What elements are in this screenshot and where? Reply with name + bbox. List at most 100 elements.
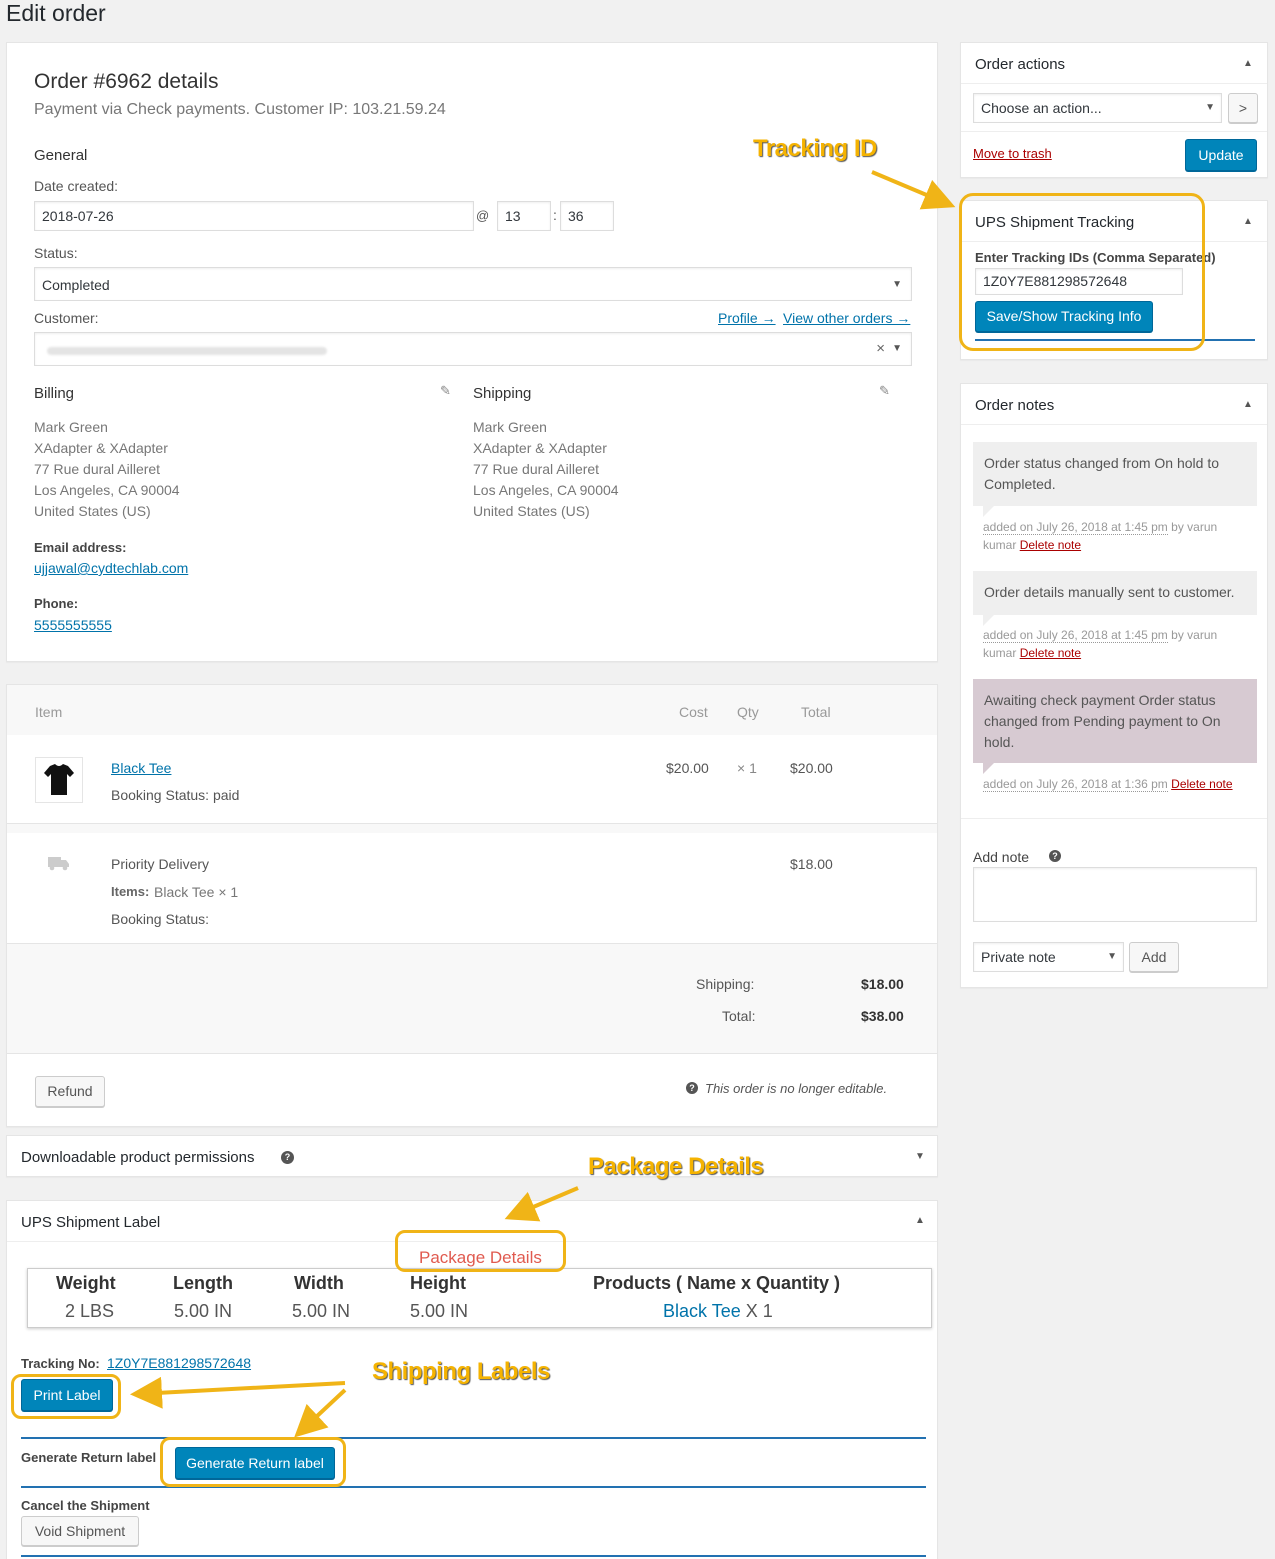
order-action-select[interactable]: Choose an action... ▼ xyxy=(973,93,1222,123)
billing-line: XAdapter & XAdapter xyxy=(34,440,168,456)
toggle-arrow-up-icon[interactable]: ▲ xyxy=(915,1215,925,1226)
shipping-line: Mark Green xyxy=(473,419,547,435)
tracking-highlight-box xyxy=(959,193,1205,351)
status-select[interactable]: Completed ▼ xyxy=(34,267,912,301)
general-heading: General xyxy=(34,147,88,164)
tracking-id-annotation: Tracking ID xyxy=(753,135,877,162)
product-total: $20.00 xyxy=(790,760,833,776)
refund-button[interactable]: Refund xyxy=(35,1076,105,1107)
minute-input[interactable]: 36 xyxy=(560,201,614,231)
package-details-annotation: Package Details xyxy=(588,1153,764,1180)
note-item: Order status changed from On hold to Com… xyxy=(973,442,1257,506)
downloadable-title: Downloadable product permissions xyxy=(21,1149,255,1166)
toggle-arrow-up-icon[interactable]: ▲ xyxy=(1243,58,1253,69)
not-editable-notice: This order is no longer editable. xyxy=(705,1081,888,1096)
toggle-arrow-up-icon[interactable]: ▲ xyxy=(1243,399,1253,410)
move-to-trash-link[interactable]: Move to trash xyxy=(973,146,1052,161)
update-button[interactable]: Update xyxy=(1185,139,1257,171)
delete-note-link[interactable]: Delete note xyxy=(1020,646,1081,660)
tracking-number-link[interactable]: 1Z0Y7E881298572648 xyxy=(107,1355,251,1371)
downloadable-permissions-panel[interactable]: Downloadable product permissions ? ▼ xyxy=(6,1135,938,1177)
note-type-select[interactable]: Private note ▼ xyxy=(973,942,1124,972)
help-icon: ? xyxy=(686,1082,698,1094)
billing-heading: Billing xyxy=(34,385,75,402)
notes-divider xyxy=(961,818,1267,819)
note-date: added on July 26, 2018 at 1:36 pm xyxy=(983,777,1168,792)
note-type-value: Private note xyxy=(981,949,1056,965)
panel-divider xyxy=(961,424,1267,425)
add-note-button[interactable]: Add xyxy=(1129,942,1179,972)
width-header: Width xyxy=(294,1273,344,1293)
customer-blurred-value xyxy=(47,347,327,355)
actions-row: Refund ? This order is no longer editabl… xyxy=(7,1053,937,1126)
email-link[interactable]: ujjawal@cydtechlab.com xyxy=(34,560,188,576)
shipping-line: 77 Rue dural Ailleret xyxy=(473,461,600,477)
chevron-down-icon: ▼ xyxy=(1205,102,1215,113)
cancel-shipment-text: Cancel the Shipment xyxy=(21,1498,150,1513)
billing-address: Mark Green XAdapter & XAdapter 77 Rue du… xyxy=(34,417,180,522)
page-title: Edit order xyxy=(6,0,106,26)
item-column-header: Item xyxy=(35,704,63,720)
panel-divider xyxy=(961,83,1267,84)
product-qty: × 1 xyxy=(737,760,757,776)
weight-value: 2 LBS xyxy=(65,1301,115,1321)
email-label: Email address: xyxy=(34,540,127,555)
note-tail xyxy=(983,506,994,517)
clear-icon[interactable]: × xyxy=(876,335,885,363)
cost-column-header: Cost xyxy=(679,704,708,720)
truck-icon xyxy=(48,855,70,874)
billing-line: Los Angeles, CA 90004 xyxy=(34,482,180,498)
delete-note-link[interactable]: Delete note xyxy=(1171,777,1232,791)
order-notes-title: Order notes xyxy=(975,397,1055,414)
chevron-down-icon: ▼ xyxy=(892,279,902,290)
add-note-textarea[interactable] xyxy=(973,867,1257,922)
shipping-items-label: Items: xyxy=(111,884,150,899)
length-value: 5.00 IN xyxy=(174,1301,233,1321)
apply-action-button[interactable]: > xyxy=(1228,93,1258,123)
billing-line: 77 Rue dural Ailleret xyxy=(34,461,161,477)
length-header: Length xyxy=(173,1273,233,1293)
shipping-total-value: $18.00 xyxy=(861,976,904,992)
at-symbol: @ xyxy=(476,208,490,223)
separator-line xyxy=(21,1437,926,1439)
profile-link[interactable]: Profile → xyxy=(718,310,776,326)
height-header: Height xyxy=(410,1273,466,1293)
time-colon: : xyxy=(553,207,557,223)
date-created-input[interactable]: 2018-07-26 xyxy=(34,201,474,231)
chevron-down-icon: ▼ xyxy=(892,343,902,354)
edit-shipping-pencil-icon[interactable]: ✎ xyxy=(879,383,890,399)
add-note-label: Add note xyxy=(973,849,1030,865)
order-actions-panel: Order actions ▲ Choose an action... ▼ > … xyxy=(960,42,1268,178)
shipping-line: Los Angeles, CA 90004 xyxy=(473,482,619,498)
totals-area: Shipping: $18.00 Total: $38.00 xyxy=(7,943,937,1053)
customer-note-item: Awaiting check payment Order status chan… xyxy=(973,679,1257,763)
divider xyxy=(7,823,937,833)
return-label-text: Generate Return label : xyxy=(21,1450,165,1465)
edit-billing-pencil-icon[interactable]: ✎ xyxy=(440,383,451,399)
order-total-value: $38.00 xyxy=(861,1008,904,1024)
width-value: 5.00 IN xyxy=(292,1301,351,1321)
chevron-down-icon: ▼ xyxy=(1107,951,1117,962)
product-thumbnail xyxy=(35,757,83,803)
product-qty: X 1 xyxy=(740,1301,773,1321)
help-icon: ? xyxy=(1049,850,1061,862)
shipping-items-value: Black Tee × 1 xyxy=(154,884,239,900)
shipping-address: Mark Green XAdapter & XAdapter 77 Rue du… xyxy=(473,417,619,522)
hour-input[interactable]: 13 xyxy=(497,201,551,231)
order-items-panel: Item Cost Qty Total Black Tee Booking St… xyxy=(6,684,938,1127)
product-name-link[interactable]: Black Tee xyxy=(111,760,171,776)
toggle-arrow-up-icon[interactable]: ▲ xyxy=(1243,216,1253,227)
toggle-arrow-down-icon[interactable]: ▼ xyxy=(915,1151,925,1162)
delete-note-link[interactable]: Delete note xyxy=(1020,538,1081,552)
shipping-line-total: $18.00 xyxy=(790,856,833,872)
void-shipment-button[interactable]: Void Shipment xyxy=(21,1516,139,1546)
customer-label: Customer: xyxy=(34,310,99,326)
status-value: Completed xyxy=(42,277,110,293)
order-notes-panel: Order notes ▲ Order status changed from … xyxy=(960,383,1268,988)
help-icon: ? xyxy=(281,1151,294,1164)
total-column-header: Total xyxy=(801,704,831,720)
package-details-highlight-box xyxy=(395,1230,566,1272)
phone-link[interactable]: 5555555555 xyxy=(34,617,112,633)
customer-select[interactable]: × ▼ xyxy=(34,332,912,366)
view-other-orders-link[interactable]: View other orders → xyxy=(783,310,910,326)
